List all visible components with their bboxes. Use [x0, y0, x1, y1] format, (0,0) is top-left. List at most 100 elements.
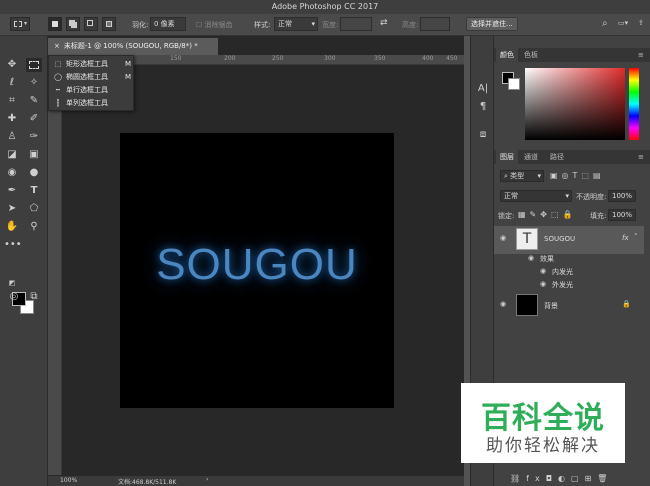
- layer-row[interactable]: ◉ T SOUGOU fx ˄: [494, 226, 640, 254]
- zoom-level[interactable]: 100%: [60, 477, 77, 484]
- menu-item-single-column-marquee[interactable]: ┇ 单列选框工具: [53, 97, 133, 109]
- clone-stamp-icon[interactable]: ♙: [4, 130, 20, 144]
- layer-filter-icons[interactable]: ▣◎T⬚▤: [550, 171, 605, 180]
- effects-row[interactable]: ◉ 效果: [494, 254, 640, 266]
- fill-input[interactable]: 100%: [608, 209, 636, 221]
- effect-outer-glow-row[interactable]: ◉ 外发光: [494, 280, 640, 292]
- feather-input[interactable]: 0 像素: [150, 17, 186, 31]
- type-tool-icon[interactable]: T: [26, 184, 42, 198]
- healing-brush-icon[interactable]: ✚: [4, 112, 20, 126]
- close-icon[interactable]: ×: [54, 42, 60, 50]
- magic-wand-icon[interactable]: ✧: [26, 76, 42, 90]
- paragraph-panel-icon[interactable]: ¶: [475, 100, 491, 114]
- menu-item-single-row-marquee[interactable]: ┅ 单行选框工具: [53, 84, 133, 96]
- gradient-tool-icon[interactable]: ▣: [26, 148, 42, 162]
- tab-swatches[interactable]: 色板: [520, 48, 542, 62]
- width-input[interactable]: [340, 17, 372, 31]
- eye-icon[interactable]: ◉: [500, 234, 506, 242]
- share-icon[interactable]: ⇪: [638, 19, 644, 27]
- quick-mask-icon[interactable]: ◎: [6, 290, 22, 304]
- layer-filter-select[interactable]: ⌕ 类型 ▾: [500, 170, 544, 182]
- default-colors-icon[interactable]: ◩: [4, 276, 20, 290]
- style-select[interactable]: 正常 ▾: [274, 17, 318, 31]
- ruler-tick: 300: [324, 55, 336, 62]
- subtract-from-selection-button[interactable]: [84, 17, 98, 31]
- tab-layers[interactable]: 图层: [496, 150, 518, 164]
- marquee-flyout-menu: ⬚ 矩形选框工具 M ◯ 椭圆选框工具 M ┅ 单行选框工具 ┇ 单列选框工具: [48, 55, 134, 111]
- tool-preset-picker[interactable]: ▾: [10, 17, 30, 31]
- height-input[interactable]: [420, 17, 450, 31]
- glyphs-panel-icon[interactable]: ⧈: [475, 128, 491, 142]
- move-tool-icon[interactable]: ✥: [4, 58, 20, 72]
- tab-channels[interactable]: 通道: [520, 150, 542, 164]
- outer-glow-label: 外发光: [552, 281, 573, 289]
- marquee-icon: [14, 21, 22, 27]
- document-tab-title: 未标题-1 @ 100% (SOUGOU, RGB/8*) *: [63, 42, 198, 50]
- menu-icon[interactable]: ≡: [634, 150, 648, 164]
- blur-tool-icon[interactable]: ◉: [4, 166, 20, 180]
- opacity-input[interactable]: 100%: [608, 190, 636, 202]
- swap-icon[interactable]: ⇄: [380, 18, 388, 28]
- width-label: 宽度:: [322, 21, 339, 29]
- pen-tool-icon[interactable]: ✒: [4, 184, 20, 198]
- eraser-icon[interactable]: ◪: [4, 148, 20, 162]
- select-and-mask-button[interactable]: 选择并遮住...: [466, 17, 518, 31]
- eye-icon[interactable]: ◉: [528, 254, 534, 262]
- more-tools-icon[interactable]: •••: [4, 238, 22, 252]
- character-panel-icon[interactable]: A|: [475, 82, 491, 96]
- dodge-tool-icon[interactable]: ●: [26, 166, 42, 180]
- chevron-up-icon[interactable]: ˄: [634, 233, 638, 241]
- crop-tool-icon[interactable]: ⌗: [4, 94, 20, 108]
- hand-tool-icon[interactable]: ✋: [4, 220, 20, 234]
- lasso-tool-icon[interactable]: ℓ: [4, 76, 20, 90]
- chevron-down-icon: ▾: [565, 192, 569, 200]
- panel-background-swatch[interactable]: [508, 78, 520, 90]
- chevron-down-icon: ▾: [24, 20, 28, 27]
- fx-badge[interactable]: fx: [622, 234, 629, 242]
- antialias-checkbox[interactable]: ☐ 消除锯齿: [196, 20, 233, 30]
- search-icon[interactable]: ⌕: [602, 18, 608, 29]
- ruler-tick: 150: [170, 55, 182, 62]
- add-selection-icon: [69, 20, 75, 26]
- lock-icons[interactable]: ▦✎✥⬚🔒: [518, 210, 576, 219]
- eye-icon[interactable]: ◉: [540, 267, 546, 275]
- ruler-tick: 250: [272, 55, 284, 62]
- menu-item-ellipse-marquee[interactable]: ◯ 椭圆选框工具 M: [53, 71, 133, 83]
- opacity-label: 不透明度:: [576, 193, 607, 201]
- history-brush-icon[interactable]: ✑: [26, 130, 42, 144]
- tab-color[interactable]: 颜色: [496, 48, 518, 62]
- effects-label: 效果: [540, 255, 554, 263]
- status-bar: 100% 文档:468.8K/511.8K ›: [48, 476, 464, 486]
- tab-paths[interactable]: 路径: [546, 150, 568, 164]
- color-picker-field[interactable]: [525, 68, 625, 140]
- new-selection-button[interactable]: [48, 17, 62, 31]
- add-to-selection-button[interactable]: [66, 17, 80, 31]
- intersect-selection-button[interactable]: [102, 17, 116, 31]
- zoom-tool-icon[interactable]: ⚲: [26, 220, 42, 234]
- layer-row-background[interactable]: ◉ 背景 🔒: [494, 292, 640, 318]
- menu-item-rect-marquee[interactable]: ⬚ 矩形选框工具 M: [53, 58, 133, 70]
- menu-icon[interactable]: ≡: [634, 48, 648, 62]
- marquee-tool-icon[interactable]: [26, 58, 42, 72]
- menu-item-label: 单列选框工具: [66, 99, 108, 107]
- path-selection-icon[interactable]: ➤: [4, 202, 20, 216]
- eye-icon[interactable]: ◉: [500, 300, 506, 308]
- screen-mode-icon[interactable]: ⧉: [26, 290, 42, 304]
- workspace-icon[interactable]: ▭▾: [618, 19, 628, 27]
- layer-panel-footer-icons[interactable]: ⛓fx◘◐▢⊞🗑: [510, 474, 640, 484]
- ruler-tick: 400: [422, 55, 434, 62]
- chevron-right-icon[interactable]: ›: [206, 476, 208, 483]
- watermark-subtitle: 助你轻松解决: [486, 436, 600, 456]
- eyedropper-icon[interactable]: ✎: [26, 94, 42, 108]
- blend-mode-value: 正常: [504, 192, 518, 200]
- options-bar: ▾ 羽化: 0 像素 ☐ 消除锯齿 样式: 正常 ▾ 宽度: ⇄ 高度: 选择并遮…: [0, 14, 650, 36]
- blend-mode-select[interactable]: 正常 ▾: [500, 190, 572, 202]
- eye-icon[interactable]: ◉: [540, 280, 546, 288]
- effect-inner-glow-row[interactable]: ◉ 内发光: [494, 267, 640, 279]
- file-info: 文档:468.8K/511.8K: [118, 479, 177, 486]
- shape-tool-icon[interactable]: ⬠: [26, 202, 42, 216]
- document-tab[interactable]: × 未标题-1 @ 100% (SOUGOU, RGB/8*) *: [48, 38, 218, 55]
- menu-item-label: 椭圆选框工具: [66, 73, 108, 81]
- brush-tool-icon[interactable]: ✐: [26, 112, 42, 126]
- hue-slider[interactable]: [629, 68, 639, 140]
